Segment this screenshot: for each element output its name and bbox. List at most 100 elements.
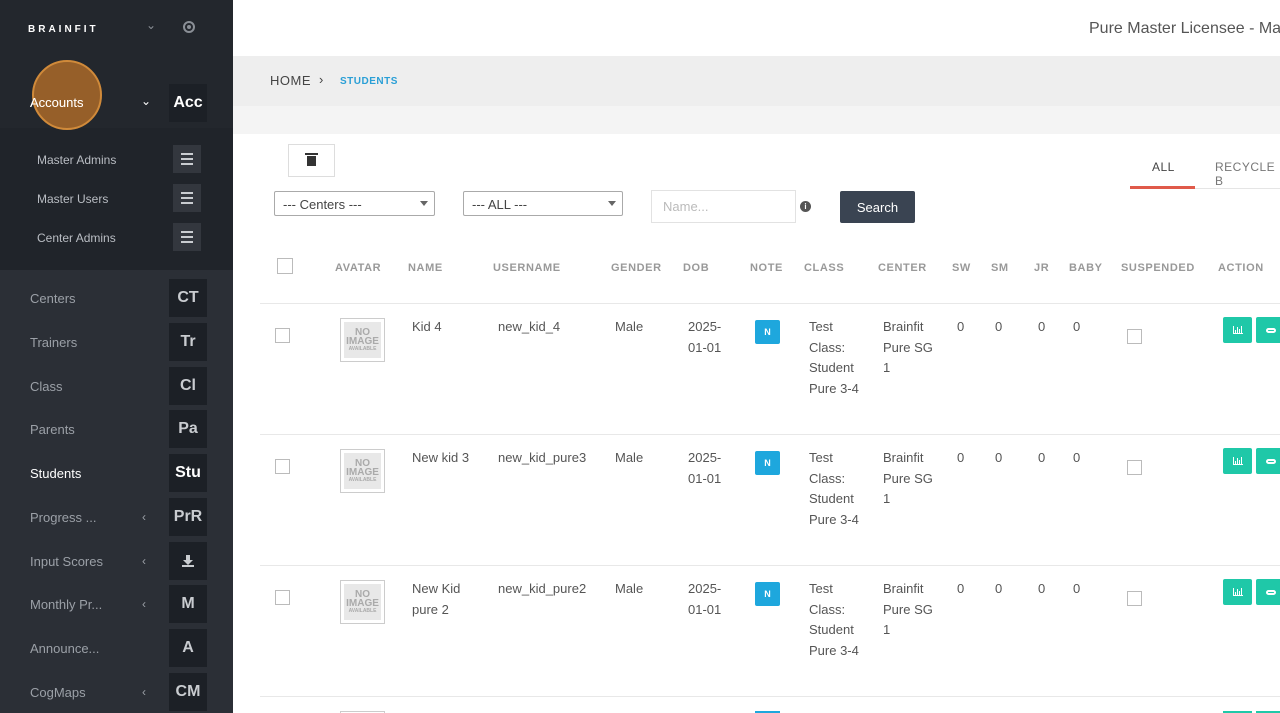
link-icon bbox=[1265, 589, 1276, 595]
cell-name: New Kid pure 2 bbox=[412, 581, 461, 617]
info-icon[interactable]: i bbox=[800, 201, 811, 212]
link-icon bbox=[1265, 458, 1276, 464]
cell-center: Brainfit Pure SG 1 bbox=[883, 319, 933, 375]
sidebar-item-input-scores[interactable]: Input Scores bbox=[30, 554, 103, 569]
bar-chart-icon bbox=[1232, 326, 1243, 334]
link-button[interactable] bbox=[1256, 448, 1280, 474]
sidebar-tile-class[interactable]: Cl bbox=[169, 367, 207, 405]
menu-icon[interactable] bbox=[173, 145, 201, 173]
cell-name: New kid 3 bbox=[412, 450, 470, 465]
link-button[interactable] bbox=[1256, 317, 1280, 343]
cell-sm: 0 bbox=[995, 319, 1003, 334]
accounts-submenu: Master Admins Master Users Center Admins bbox=[0, 128, 233, 270]
submenu-item-master-users[interactable]: Master Users bbox=[37, 192, 108, 206]
sidebar-item-announcements[interactable]: Announce... bbox=[30, 641, 99, 656]
avatar-text: IMAGE bbox=[346, 336, 379, 347]
suspended-checkbox[interactable] bbox=[1127, 591, 1142, 606]
column-header-gender[interactable]: GENDER bbox=[611, 262, 662, 274]
cell-sm: 0 bbox=[995, 581, 1003, 596]
row-checkbox[interactable] bbox=[275, 328, 290, 343]
chevron-left-icon: ‹ bbox=[142, 510, 146, 524]
suspended-checkbox[interactable] bbox=[1127, 460, 1142, 475]
cell-center: Brainfit Pure SG 1 bbox=[883, 450, 933, 506]
sidebar-item-cogmaps[interactable]: CogMaps bbox=[30, 685, 86, 700]
status-select[interactable]: --- ALL --- bbox=[463, 191, 623, 216]
row-checkbox[interactable] bbox=[275, 459, 290, 474]
avatar: NO IMAGE AVAILABLE bbox=[340, 318, 385, 362]
sidebar-item-monthly-progress[interactable]: Monthly Pr... bbox=[30, 597, 102, 612]
tab-recycle-bin[interactable]: RECYCLE B bbox=[1215, 160, 1280, 188]
breadcrumb-home[interactable]: HOME bbox=[270, 73, 311, 88]
cell-gender: Male bbox=[615, 319, 644, 334]
column-header-note: NOTE bbox=[750, 262, 783, 274]
select-all-checkbox[interactable] bbox=[277, 258, 293, 274]
column-header-sm: SM bbox=[991, 262, 1009, 274]
tab-all[interactable]: ALL bbox=[1152, 160, 1175, 174]
column-header-name[interactable]: NAME bbox=[408, 262, 443, 274]
cell-center: Brainfit Pure SG 1 bbox=[883, 581, 933, 637]
sidebar-tile-monthly-progress[interactable]: M bbox=[169, 585, 207, 623]
delete-button[interactable] bbox=[288, 144, 335, 177]
column-header-jr: JR bbox=[1034, 262, 1050, 274]
spacer bbox=[233, 106, 1280, 134]
sidebar-item-centers[interactable]: Centers bbox=[30, 291, 76, 306]
sidebar-tile-cogmaps[interactable]: CM bbox=[169, 673, 207, 711]
sidebar-tile-accounts[interactable]: Acc bbox=[169, 84, 207, 122]
cell-dob: 2025-01-01 bbox=[688, 319, 722, 355]
avatar: NO IMAGE AVAILABLE bbox=[340, 580, 385, 624]
sidebar-tile-students[interactable]: Stu bbox=[169, 454, 207, 492]
sidebar-item-progress[interactable]: Progress ... bbox=[30, 510, 96, 525]
column-header-avatar: AVATAR bbox=[335, 262, 382, 274]
submenu-item-master-admins[interactable]: Master Admins bbox=[37, 153, 116, 167]
chevron-left-icon: ‹ bbox=[142, 685, 146, 699]
sidebar-item-class[interactable]: Class bbox=[30, 379, 63, 394]
column-header-center[interactable]: CENTER bbox=[878, 262, 927, 274]
cell-class: Test Class: Student Pure 3-4 bbox=[809, 319, 859, 396]
suspended-checkbox[interactable] bbox=[1127, 329, 1142, 344]
avatar-text: IMAGE bbox=[346, 598, 379, 609]
menu-icon[interactable] bbox=[173, 184, 201, 212]
column-header-username[interactable]: USERNAME bbox=[493, 262, 561, 274]
column-header-sw: SW bbox=[952, 262, 971, 274]
column-header-suspended: SUSPENDED bbox=[1121, 262, 1195, 274]
sidebar-tile-centers[interactable]: CT bbox=[169, 279, 207, 317]
link-button[interactable] bbox=[1256, 579, 1280, 605]
trash-icon bbox=[305, 152, 318, 166]
submenu-item-center-admins[interactable]: Center Admins bbox=[37, 231, 116, 245]
report-button[interactable] bbox=[1223, 579, 1252, 605]
report-button[interactable] bbox=[1223, 317, 1252, 343]
sidebar-tile-announcements[interactable]: A bbox=[169, 629, 207, 667]
cell-sw: 0 bbox=[957, 450, 965, 465]
note-button[interactable]: N bbox=[755, 320, 780, 344]
column-header-baby: BABY bbox=[1069, 262, 1103, 274]
name-search-input[interactable] bbox=[651, 190, 796, 223]
sidebar-item-parents[interactable]: Parents bbox=[30, 422, 75, 437]
note-button[interactable]: N bbox=[755, 582, 780, 606]
sidebar-item-trainers[interactable]: Trainers bbox=[30, 335, 77, 350]
chevron-down-icon: ⌄ bbox=[141, 94, 152, 108]
row-checkbox[interactable] bbox=[275, 590, 290, 605]
menu-icon[interactable] bbox=[173, 223, 201, 251]
sidebar-tile-trainers[interactable]: Tr bbox=[169, 323, 207, 361]
settings-icon[interactable] bbox=[183, 21, 195, 33]
note-button[interactable]: N bbox=[755, 451, 780, 475]
search-button[interactable]: Search bbox=[840, 191, 915, 223]
chevron-down-icon[interactable]: ⌄ bbox=[146, 18, 156, 32]
download-icon[interactable] bbox=[169, 542, 207, 580]
cell-baby: 0 bbox=[1073, 581, 1081, 596]
cell-class: Test Class: Student Pure 3-4 bbox=[809, 581, 859, 658]
students-panel: ALL RECYCLE B --- Centers --- --- ALL --… bbox=[233, 134, 1280, 713]
caret-down-icon bbox=[420, 201, 428, 206]
sidebar-tile-progress[interactable]: PrR bbox=[169, 498, 207, 536]
centers-select[interactable]: --- Centers --- bbox=[274, 191, 435, 216]
cell-username: new_kid_pure2 bbox=[498, 581, 587, 596]
report-button[interactable] bbox=[1223, 448, 1252, 474]
column-header-dob[interactable]: DOB bbox=[683, 262, 709, 274]
sidebar-item-students[interactable]: Students bbox=[30, 466, 81, 481]
column-header-class[interactable]: CLASS bbox=[804, 262, 844, 274]
sidebar-tile-parents[interactable]: Pa bbox=[169, 410, 207, 448]
active-tab-indicator bbox=[1130, 186, 1195, 189]
user-role-label[interactable]: Pure Master Licensee - Mas bbox=[1089, 20, 1280, 38]
avatar: NO IMAGE AVAILABLE bbox=[340, 449, 385, 493]
table-row: NO IMAGE AVAILABLE New kid 3 new_kid_pure3… bbox=[233, 434, 1280, 565]
